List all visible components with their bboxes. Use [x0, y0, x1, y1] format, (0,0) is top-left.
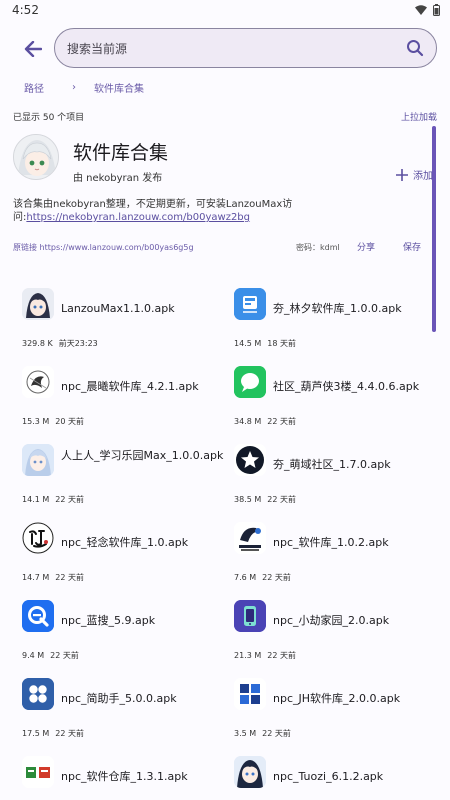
file-name: npc_轻念软件库_1.0.apk: [61, 536, 189, 549]
file-name: 夯_林夕软件库_1.0.0.apk: [273, 302, 402, 315]
description-link[interactable]: https://nekobyran.lanzouw.com/b00yawz2bg: [26, 212, 250, 223]
password-text: 密码：kdml: [296, 243, 340, 252]
warehouse-text-icon: [22, 756, 54, 788]
star-badge-icon: [234, 444, 266, 476]
tuozi-avatar-icon: [234, 756, 266, 788]
file-name: 夯_萌域社区_1.7.0.apk: [273, 458, 391, 471]
breadcrumb: 路径 › 软件库合集: [24, 80, 144, 95]
file-name: 人上人_学习乐园Max_1.0.0.apk: [61, 449, 224, 462]
file-name: npc_Tuozi_6.1.2.apk: [273, 770, 384, 783]
file-name: npc_JH软件库_2.0.0.apk: [273, 692, 401, 705]
collection-author: 由 nekobyran 发布: [73, 173, 163, 184]
file-meta: 3.5 M 22 天前: [234, 729, 291, 738]
pull-load-label: 上拉加载: [400, 113, 437, 123]
file-item[interactable]: npc_蓝搜_5.9.apk 9.4 M 22 天前: [22, 600, 222, 670]
file-item[interactable]: npc_软件库_1.0.2.apk 7.6 M 22 天前: [234, 522, 434, 592]
collection-title: 软件库合集: [73, 142, 169, 164]
search-box[interactable]: [54, 28, 437, 68]
file-item[interactable]: npc_软件仓库_1.3.1.apk: [22, 756, 222, 800]
search-input[interactable]: [67, 39, 387, 59]
file-meta: 15.3 M 20 天前: [22, 417, 84, 426]
link-row: 原链接 https://www.lanzouw.com/b00yas6g5g 密…: [13, 240, 425, 254]
phone-app-icon: [234, 600, 266, 632]
lanzou-avatar-icon: [22, 288, 54, 320]
file-meta: 38.5 M 22 天前: [234, 495, 296, 504]
file-item[interactable]: 人上人_学习乐园Max_1.0.0.apk 14.1 M 22 天前: [22, 444, 223, 514]
breadcrumb-separator: ›: [72, 82, 76, 93]
add-label: 添加: [413, 171, 433, 182]
file-name: npc_简助手_5.0.0.apk: [61, 692, 177, 705]
file-name: npc_晨曦软件库_4.2.1.apk: [61, 380, 199, 393]
file-item[interactable]: 社区_葫芦侠3楼_4.4.0.6.apk 34.8 M 22 天前: [234, 366, 434, 436]
file-name: 社区_葫芦侠3楼_4.4.0.6.apk: [273, 380, 420, 393]
file-item[interactable]: npc_Tuozi_6.1.2.apk: [234, 756, 434, 800]
file-item[interactable]: npc_轻念软件库_1.0.apk 14.7 M 22 天前: [22, 522, 222, 592]
file-meta: 14.5 M 18 天前: [234, 339, 296, 348]
status-time: 4:52: [12, 3, 39, 17]
chenxi-icon: [22, 366, 54, 398]
status-bar: 4:52: [0, 0, 450, 22]
fan-flower-icon: [22, 678, 54, 710]
file-item[interactable]: npc_晨曦软件库_4.2.1.apk 15.3 M 20 天前: [22, 366, 222, 436]
ruanjianku-icon: [234, 522, 266, 554]
collection-avatar: [13, 134, 59, 180]
file-name: npc_蓝搜_5.9.apk: [61, 614, 156, 627]
save-button[interactable]: 保存: [403, 240, 421, 253]
collection-header: 软件库合集 由 nekobyran 发布 添加: [13, 134, 433, 194]
file-item[interactable]: 夯_林夕软件库_1.0.0.apk 14.5 M 18 天前: [234, 288, 434, 358]
file-meta: 14.7 M 22 天前: [22, 573, 84, 582]
file-name: npc_小劫家园_2.0.apk: [273, 614, 390, 627]
file-meta: 7.6 M 22 天前: [234, 573, 291, 582]
file-meta: 21.3 M 22 天前: [234, 651, 296, 660]
top-bar: [0, 28, 450, 68]
anime-avatar-icon: [22, 444, 54, 476]
file-item[interactable]: LanzouMax1.1.0.apk 329.8 K 前天23:23: [22, 288, 222, 358]
grid-tiles-icon: [234, 678, 266, 710]
back-button[interactable]: [20, 36, 46, 62]
file-meta: 329.8 K 前天23:23: [22, 339, 98, 348]
file-meta: 34.8 M 22 天前: [234, 417, 296, 426]
file-item[interactable]: npc_小劫家园_2.0.apk 21.3 M 22 天前: [234, 600, 434, 670]
share-button[interactable]: 分享: [357, 240, 375, 253]
qingnian-icon: [22, 522, 54, 554]
plus-icon: [396, 168, 408, 181]
linxi-icon: [234, 288, 266, 320]
search-icon[interactable]: [406, 39, 424, 61]
search-q-icon: [22, 600, 54, 632]
file-item[interactable]: npc_简助手_5.0.0.apk 17.5 M 22 天前: [22, 678, 222, 748]
file-name: npc_软件库_1.0.2.apk: [273, 536, 389, 549]
collection-description: 该合集由nekobyran整理，不定期更新，可安装LanzouMax访问:htt…: [13, 198, 358, 224]
arrow-left-icon: [24, 41, 42, 57]
file-item[interactable]: 夯_萌域社区_1.7.0.apk 38.5 M 22 天前: [234, 444, 434, 514]
original-link[interactable]: 原链接 https://www.lanzouw.com/b00yas6g5g: [13, 242, 194, 253]
file-item[interactable]: npc_JH软件库_2.0.0.apk 3.5 M 22 天前: [234, 678, 434, 748]
file-meta: 14.1 M 22 天前: [22, 495, 84, 504]
add-button[interactable]: 添加: [395, 167, 433, 182]
file-name: npc_软件仓库_1.3.1.apk: [61, 770, 188, 783]
file-meta: 9.4 M 22 天前: [22, 651, 79, 660]
chat-bubble-icon: [234, 366, 266, 398]
breadcrumb-current[interactable]: 软件库合集: [94, 80, 144, 95]
item-count-text: 已显示 50 个项目: [13, 113, 85, 123]
file-name: LanzouMax1.1.0.apk: [61, 302, 175, 315]
battery-icon: [433, 4, 440, 16]
file-meta: 17.5 M 22 天前: [22, 729, 84, 738]
wifi-icon: [415, 5, 427, 15]
breadcrumb-root[interactable]: 路径: [24, 80, 44, 95]
